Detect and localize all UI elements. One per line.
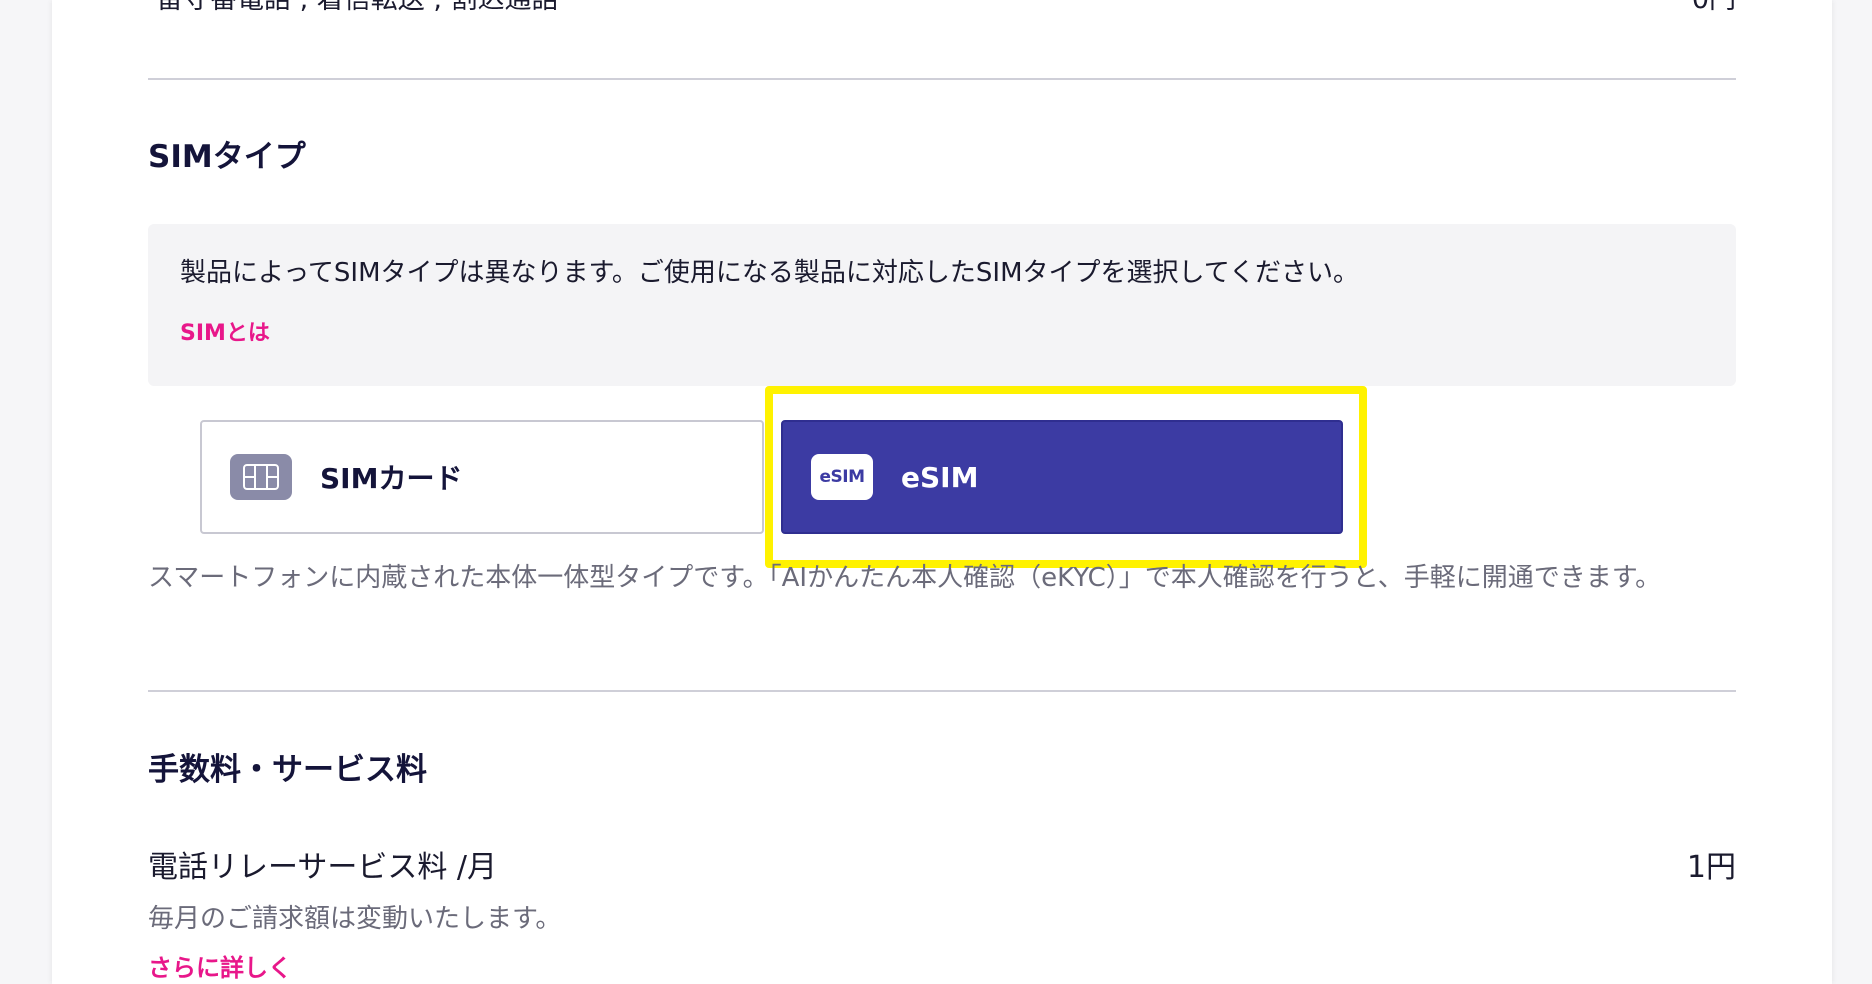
fees-section-title: 手数料・サービス料 bbox=[148, 752, 427, 788]
sim-card-option[interactable]: SIMカード bbox=[200, 420, 764, 534]
fee-item-row: 電話リレーサービス料 /月 1円 bbox=[148, 842, 1736, 886]
sim-type-description: スマートフォンに内蔵された本体一体型タイプです。「AIかんたん本人確認（eKYC… bbox=[148, 563, 1662, 593]
fee-item-price: 1円 bbox=[1686, 850, 1736, 885]
plan-details-card: 留守番電話 , 着信転送 , 割込通話 0円 SIMタイプ 製品によってSIMタ… bbox=[52, 0, 1832, 984]
fee-item-label: 電話リレーサービス料 /月 bbox=[148, 850, 498, 885]
sim-card-icon bbox=[230, 454, 292, 500]
divider bbox=[148, 690, 1736, 692]
divider bbox=[148, 78, 1736, 80]
top-item-row: 留守番電話 , 着信転送 , 割込通話 0円 bbox=[148, 0, 1736, 16]
what-is-sim-link[interactable]: SIMとは bbox=[180, 315, 1704, 347]
more-details-link[interactable]: さらに詳しく bbox=[148, 948, 1736, 983]
top-item-label: 留守番電話 , 着信転送 , 割込通話 bbox=[148, 0, 559, 16]
selection-highlight bbox=[765, 386, 1367, 568]
sim-info-box: 製品によってSIMタイプは異なります。ご使用になる製品に対応したSIMタイプを選… bbox=[148, 224, 1736, 386]
sim-info-text: 製品によってSIMタイプは異なります。ご使用になる製品に対応したSIMタイプを選… bbox=[180, 258, 1359, 288]
sim-card-label: SIMカード bbox=[320, 462, 463, 495]
fee-item-note: 毎月のご請求額は変動いたします。 bbox=[148, 904, 562, 934]
sim-section-title: SIMタイプ bbox=[148, 139, 306, 175]
top-item-price: 0円 bbox=[1692, 0, 1736, 16]
